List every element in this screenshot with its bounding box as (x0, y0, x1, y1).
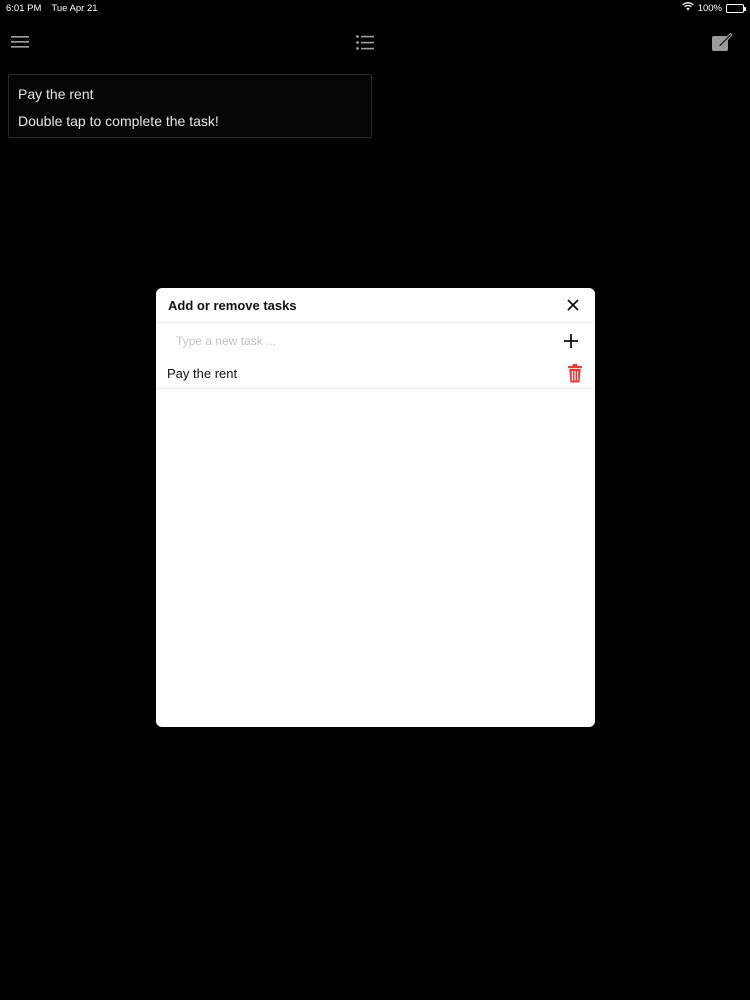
list-item: Pay the rent (156, 359, 595, 389)
wifi-icon (682, 2, 694, 14)
close-icon[interactable] (563, 295, 583, 315)
status-date: Tue Apr 21 (51, 3, 98, 14)
tasks-modal: Add or remove tasks Pay the rent (156, 288, 595, 727)
app-screen: 6:01 PM Tue Apr 21 100% Pay the rent Dou… (0, 0, 750, 1000)
status-bar: 6:01 PM Tue Apr 21 100% (0, 0, 750, 16)
new-task-row (156, 323, 595, 359)
toolbar (0, 28, 750, 56)
modal-header: Add or remove tasks (156, 288, 595, 323)
trash-icon[interactable] (565, 362, 585, 386)
status-time: 6:01 PM (6, 3, 42, 14)
hamburger-menu-icon[interactable] (6, 28, 34, 56)
new-task-input[interactable] (176, 334, 536, 348)
task-card[interactable]: Pay the rent Double tap to complete the … (8, 74, 372, 138)
status-right: 100% (682, 2, 746, 14)
battery-icon (726, 3, 746, 13)
status-left: 6:01 PM Tue Apr 21 (6, 3, 98, 14)
modal-title: Add or remove tasks (168, 297, 297, 313)
task-hint: Double tap to complete the task! (18, 113, 219, 129)
list-icon[interactable] (351, 28, 379, 56)
task-title: Pay the rent (18, 86, 94, 102)
battery-percent: 100% (697, 2, 722, 14)
compose-icon[interactable] (708, 28, 736, 56)
plus-icon[interactable] (561, 331, 581, 351)
list-item-label: Pay the rent (167, 366, 238, 381)
